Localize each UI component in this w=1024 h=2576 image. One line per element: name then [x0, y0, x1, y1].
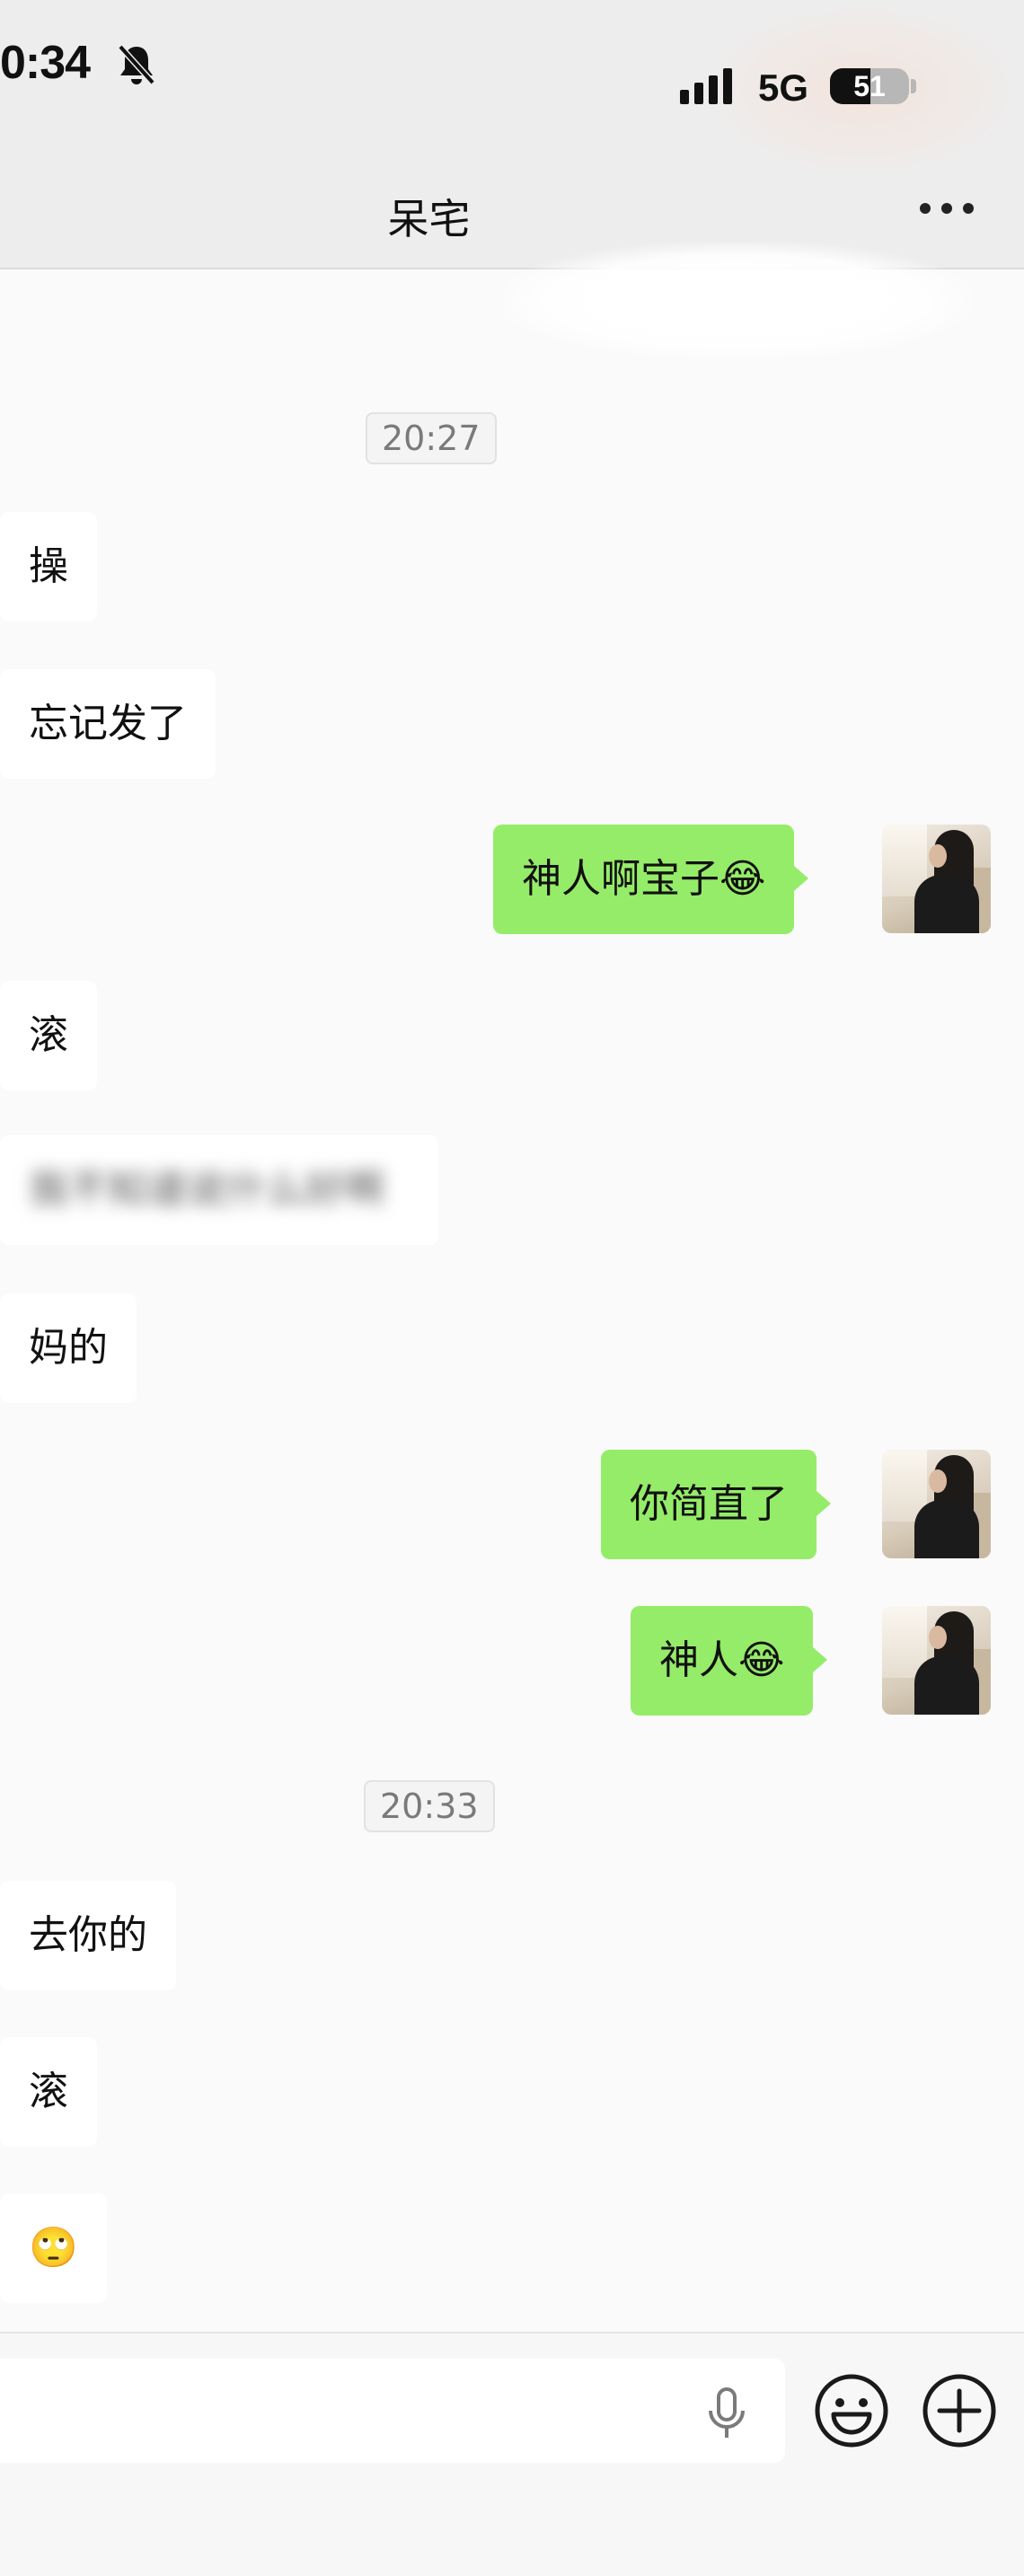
network-type: 5G: [758, 66, 809, 109]
battery-percent: 51: [853, 70, 886, 102]
battery-indicator: 51: [830, 68, 909, 104]
bell-muted-icon: [118, 44, 155, 85]
message-incoming[interactable]: 忘记发了: [0, 669, 216, 779]
message-input[interactable]: [0, 2359, 785, 2463]
message-incoming-blurred[interactable]: 我不知道说什么好啊: [0, 1135, 438, 1245]
chat-title: 呆宅: [387, 195, 471, 243]
emoji-face-icon[interactable]: [814, 2373, 889, 2448]
battery-tip: [911, 79, 916, 93]
message-outgoing[interactable]: 你简直了: [601, 1450, 831, 1559]
redaction-smear: [503, 243, 970, 359]
avatar[interactable]: [882, 825, 991, 933]
message-incoming[interactable]: 滚: [0, 2037, 97, 2147]
avatar[interactable]: [882, 1450, 991, 1558]
input-bar: [0, 2332, 1024, 2576]
avatar[interactable]: [882, 1606, 991, 1715]
message-incoming[interactable]: 操: [0, 512, 97, 622]
more-dots-icon[interactable]: [920, 199, 975, 217]
plus-circle-icon[interactable]: [922, 2373, 997, 2448]
message-incoming-emoji[interactable]: 🙄: [0, 2193, 107, 2303]
message-outgoing[interactable]: 神人啊宝子😂: [493, 825, 809, 934]
status-time: 0:34: [0, 37, 91, 89]
timestamp: 20:27: [366, 412, 497, 464]
microphone-icon[interactable]: [706, 2387, 747, 2441]
message-incoming[interactable]: 滚: [0, 981, 97, 1090]
blurred-text: 我不知道说什么好啊: [29, 1167, 384, 1213]
signal-icon: [680, 68, 732, 104]
top-bar: 0:34 5G 51 呆宅: [0, 0, 1024, 269]
timestamp: 20:33: [364, 1780, 495, 1832]
message-outgoing[interactable]: 神人😂: [631, 1606, 828, 1716]
message-incoming[interactable]: 妈的: [0, 1293, 137, 1403]
message-incoming[interactable]: 去你的: [0, 1881, 176, 1990]
